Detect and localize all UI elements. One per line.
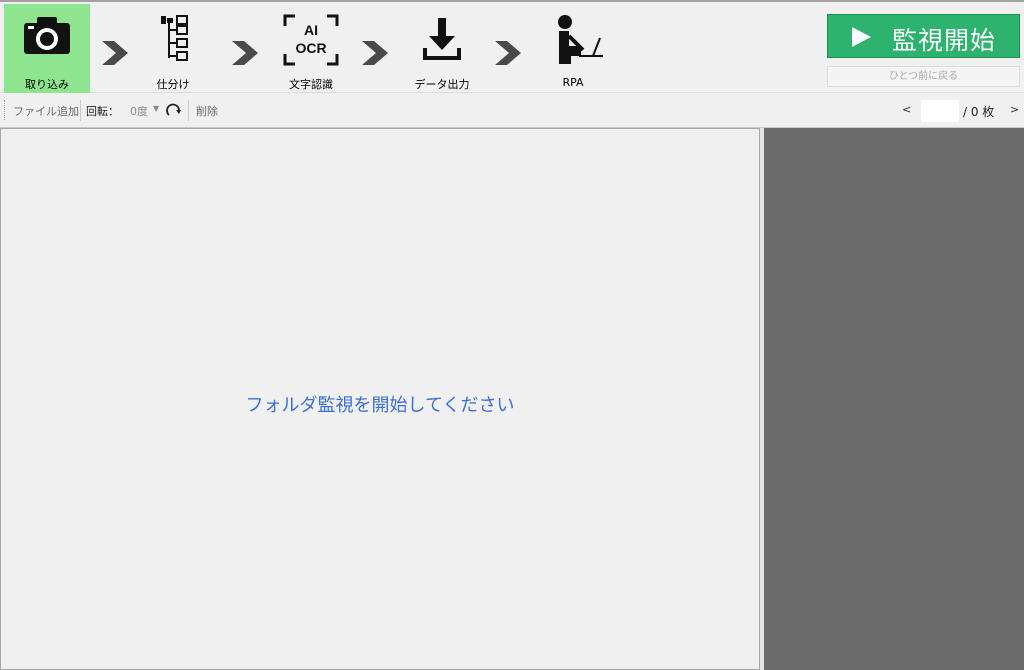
chevron-down-icon[interactable]: ▼ xyxy=(153,104,159,113)
preview-pane xyxy=(764,128,1024,670)
sort-tree-icon xyxy=(130,12,216,64)
page-number-input[interactable] xyxy=(921,100,959,122)
chevron-right-icon xyxy=(362,41,388,65)
app-window: 取り込み 仕分け AI OCR 文字認識 データ出力 RPA 監視開始 ひとつ前… xyxy=(0,0,1024,670)
add-file-button[interactable]: ファイル追加 xyxy=(13,103,79,119)
page-total: / 0 枚 xyxy=(963,105,995,119)
toolbar-divider xyxy=(80,100,81,121)
step-data-output[interactable]: データ出力 xyxy=(399,4,485,93)
start-monitoring-button[interactable]: 監視開始 xyxy=(827,14,1020,58)
rotate-clockwise-icon[interactable] xyxy=(166,103,182,117)
person-at-computer-icon xyxy=(530,12,616,64)
step-ocr[interactable]: AI OCR 文字認識 xyxy=(268,4,354,93)
svg-text:OCR: OCR xyxy=(295,40,326,56)
prev-page-button[interactable]: < xyxy=(902,103,911,116)
ai-ocr-icon: AI OCR xyxy=(268,12,354,66)
step-import-label: 取り込み xyxy=(25,78,69,91)
toolbar-divider xyxy=(188,100,189,121)
download-icon xyxy=(399,12,485,64)
chevron-right-icon xyxy=(495,41,521,65)
go-back-button[interactable]: ひとつ前に戻る xyxy=(827,66,1020,87)
next-page-button[interactable]: > xyxy=(1010,103,1019,116)
toolbar-grip[interactable] xyxy=(4,100,6,120)
step-import[interactable]: 取り込み xyxy=(4,4,90,93)
start-monitoring-label: 監視開始 xyxy=(892,26,997,55)
step-sort-label: 仕分け xyxy=(156,78,190,91)
workflow-step-bar: 取り込み 仕分け AI OCR 文字認識 データ出力 RPA 監視開始 ひとつ前… xyxy=(0,0,1024,93)
step-rpa-label: RPA xyxy=(562,76,584,89)
rotate-select[interactable]: 0度 xyxy=(130,103,148,119)
step-ocr-label: 文字認識 xyxy=(289,78,333,91)
chevron-right-icon xyxy=(102,41,128,65)
document-list-pane[interactable]: フォルダ監視を開始してください xyxy=(0,128,760,670)
svg-text:AI: AI xyxy=(304,22,318,38)
play-icon xyxy=(852,27,871,47)
step-rpa[interactable]: RPA xyxy=(530,4,616,93)
delete-button[interactable]: 削除 xyxy=(196,103,218,119)
toolbar: ファイル追加 回転： 0度 ▼ 削除 xyxy=(0,94,1024,128)
camera-icon xyxy=(4,12,90,64)
empty-state-message: フォルダ監視を開始してください xyxy=(245,395,515,416)
chevron-right-icon xyxy=(232,41,258,65)
step-data-output-label: データ出力 xyxy=(414,78,470,91)
rotate-label: 回転： xyxy=(86,105,119,118)
step-sort[interactable]: 仕分け xyxy=(130,4,216,93)
